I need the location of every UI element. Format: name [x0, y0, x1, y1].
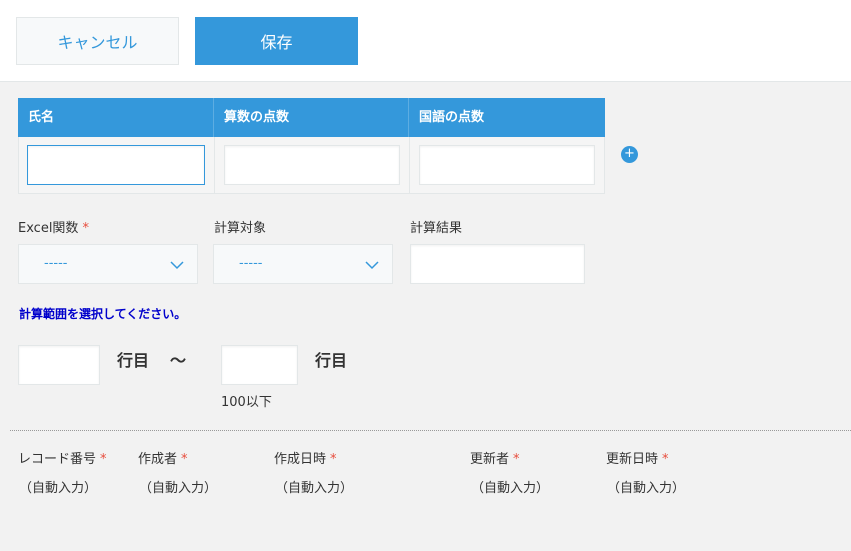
math-score-input[interactable] — [224, 145, 400, 185]
save-button[interactable]: 保存 — [195, 17, 358, 65]
updater-value: （自動入力） — [471, 481, 550, 496]
edit-toolbar: キャンセル 保存 — [0, 0, 851, 82]
add-row-button[interactable]: + — [621, 146, 638, 163]
excel-function-label-text: Excel関数 — [18, 221, 79, 236]
record-number-value: （自動入力） — [19, 481, 98, 496]
range-to-suffix: 行目 — [315, 351, 348, 370]
table-cell-math-score — [214, 137, 409, 193]
excel-function-label: Excel関数 * — [18, 217, 89, 236]
updated-datetime-value: （自動入力） — [607, 481, 686, 496]
required-mark: * — [100, 452, 107, 467]
score-subtable: 氏名 算数の点数 国語の点数 — [18, 98, 605, 195]
calc-result-label: 計算結果 — [410, 221, 463, 236]
name-input[interactable] — [27, 145, 205, 185]
calc-target-dropdown[interactable]: ----- — [213, 244, 393, 284]
record-number-label-text: レコード番号 — [18, 452, 97, 467]
cancel-button[interactable]: キャンセル — [16, 17, 179, 65]
created-datetime-value: （自動入力） — [275, 481, 354, 496]
updater-label: 更新者 * — [470, 448, 520, 467]
range-to-input[interactable] — [221, 345, 298, 385]
subtable-header: 氏名 算数の点数 国語の点数 — [18, 98, 605, 137]
excel-function-dropdown[interactable]: ----- — [18, 244, 198, 284]
table-row — [18, 137, 605, 194]
calc-result-field[interactable] — [410, 244, 585, 284]
column-header-name: 氏名 — [28, 110, 55, 125]
japanese-score-input[interactable] — [419, 145, 595, 185]
creator-value: （自動入力） — [139, 481, 218, 496]
required-mark: * — [662, 452, 669, 467]
range-separator: ～ — [170, 351, 187, 370]
created-datetime-label: 作成日時 * — [274, 448, 337, 467]
column-header-japanese-score: 国語の点数 — [408, 98, 605, 137]
required-mark: * — [330, 452, 337, 467]
updated-datetime-label-text: 更新日時 — [606, 452, 659, 467]
creator-label: 作成者 * — [138, 448, 188, 467]
required-mark: * — [513, 452, 520, 467]
required-mark: * — [181, 452, 188, 467]
calc-target-label: 計算対象 — [214, 221, 267, 236]
calc-target-selected-value: ----- — [239, 256, 263, 271]
range-from-suffix: 行目 — [117, 351, 150, 370]
updater-label-text: 更新者 — [470, 452, 510, 467]
creator-label-text: 作成者 — [138, 452, 178, 467]
chevron-down-icon — [365, 261, 379, 270]
chevron-down-icon — [170, 261, 184, 270]
divider — [10, 430, 851, 431]
required-mark: * — [82, 221, 89, 236]
table-cell-name — [19, 137, 214, 193]
excel-function-selected-value: ----- — [44, 256, 68, 271]
updated-datetime-label: 更新日時 * — [606, 448, 669, 467]
record-number-label: レコード番号 * — [18, 448, 107, 467]
range-to-hint: 100以下 — [221, 395, 272, 410]
table-cell-japanese-score — [409, 137, 604, 193]
range-notice-text: 計算範囲を選択してください。 — [19, 307, 187, 321]
column-header-math-score: 算数の点数 — [213, 98, 408, 137]
range-from-input[interactable] — [18, 345, 100, 385]
created-datetime-label-text: 作成日時 — [274, 452, 327, 467]
